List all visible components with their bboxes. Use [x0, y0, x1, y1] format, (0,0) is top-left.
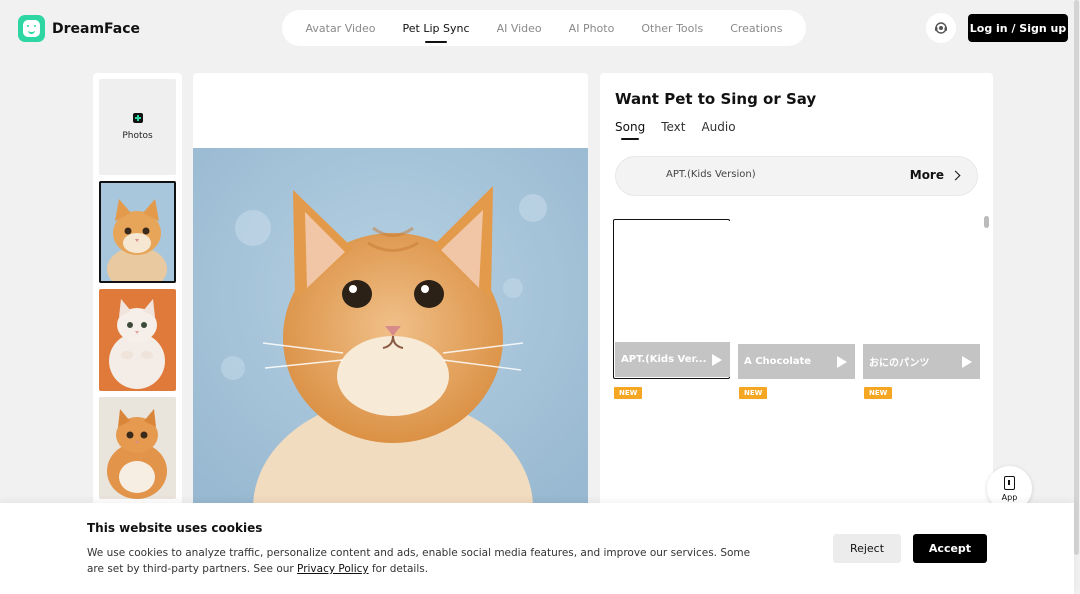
photo-thumbnail-2[interactable] [99, 289, 176, 391]
plus-icon [132, 113, 143, 123]
nav-ai-photo[interactable]: AI Photo [569, 22, 615, 35]
song-card-bar: おにのパンツ [863, 344, 980, 379]
song-card-3[interactable]: おにのパンツ [863, 219, 980, 379]
cat-photo-icon [99, 289, 176, 391]
support-button[interactable] [926, 13, 956, 43]
phone-download-icon [1004, 475, 1015, 490]
cookie-message: We use cookies to analyze traffic, perso… [87, 545, 757, 577]
privacy-policy-link[interactable]: Privacy Policy [297, 563, 369, 575]
song-list-scrollbar[interactable] [984, 216, 989, 228]
song-card-name: A Chocolate [744, 356, 812, 367]
headset-icon [935, 22, 947, 34]
song-card-2[interactable]: A Chocolate [738, 219, 855, 379]
panel-title: Want Pet to Sing or Say [615, 90, 817, 108]
new-badge: NEW [739, 387, 768, 399]
accept-cookies-button[interactable]: Accept [913, 534, 987, 563]
photo-sidebar: Photos [93, 73, 182, 513]
more-songs-button[interactable]: More [909, 168, 961, 182]
song-card-bar: A Chocolate [738, 344, 855, 379]
cookie-text-after: for details. [368, 563, 429, 575]
nav-ai-video[interactable]: AI Video [497, 22, 542, 35]
tab-song[interactable]: Song [615, 120, 645, 140]
nav-pet-lip-sync[interactable]: Pet Lip Sync [403, 22, 470, 35]
song-card-1[interactable]: APT.(Kids Ver... [613, 219, 730, 379]
nav-creations[interactable]: Creations [730, 22, 782, 35]
page-scrollbar-thumb[interactable] [1074, 0, 1079, 555]
photo-thumbnail-1[interactable] [99, 181, 176, 283]
cookie-banner: This website uses cookies We use cookies… [0, 503, 1074, 594]
song-card-name: APT.(Kids Ver... [621, 354, 707, 365]
song-card-bar: APT.(Kids Ver... [615, 342, 730, 377]
options-panel: Want Pet to Sing or Say Song Text Audio … [600, 73, 993, 513]
upload-photos-label: Photos [122, 131, 153, 141]
reject-cookies-button[interactable]: Reject [833, 534, 901, 563]
cookie-title: This website uses cookies [87, 521, 263, 535]
top-header: DreamFace Avatar Video Pet Lip Sync AI V… [0, 0, 1080, 56]
tab-text[interactable]: Text [661, 120, 685, 134]
new-badge: NEW [614, 387, 643, 399]
login-signup-button[interactable]: Log in / Sign up [968, 14, 1068, 42]
logo-icon [18, 15, 45, 42]
current-song-bar[interactable]: APT.(Kids Version) More [615, 156, 978, 196]
chevron-right-icon [950, 170, 961, 180]
new-badge: NEW [864, 387, 893, 399]
preview-area [193, 73, 588, 513]
mode-tabs: Song Text Audio [615, 120, 752, 140]
song-card-name: おにのパンツ [869, 358, 930, 369]
brand-name: DreamFace [52, 20, 141, 37]
play-icon[interactable] [837, 355, 847, 368]
cat-photo-icon [99, 181, 176, 283]
nav-avatar-video[interactable]: Avatar Video [306, 22, 376, 35]
upload-photos-button[interactable]: Photos [99, 79, 176, 175]
current-song-name: APT.(Kids Version) [666, 169, 756, 180]
play-icon[interactable] [712, 353, 722, 366]
nav-other-tools[interactable]: Other Tools [641, 22, 703, 35]
cat-photo-icon [99, 397, 176, 499]
app-label: App [1001, 492, 1018, 502]
more-label: More [909, 168, 944, 182]
photo-thumbnail-3[interactable] [99, 397, 176, 499]
cat-preview-image [193, 148, 588, 513]
brand-logo[interactable]: DreamFace [18, 15, 140, 42]
main-nav: Avatar Video Pet Lip Sync AI Video AI Ph… [282, 10, 806, 46]
play-icon[interactable] [962, 355, 972, 368]
tab-audio[interactable]: Audio [701, 120, 735, 134]
